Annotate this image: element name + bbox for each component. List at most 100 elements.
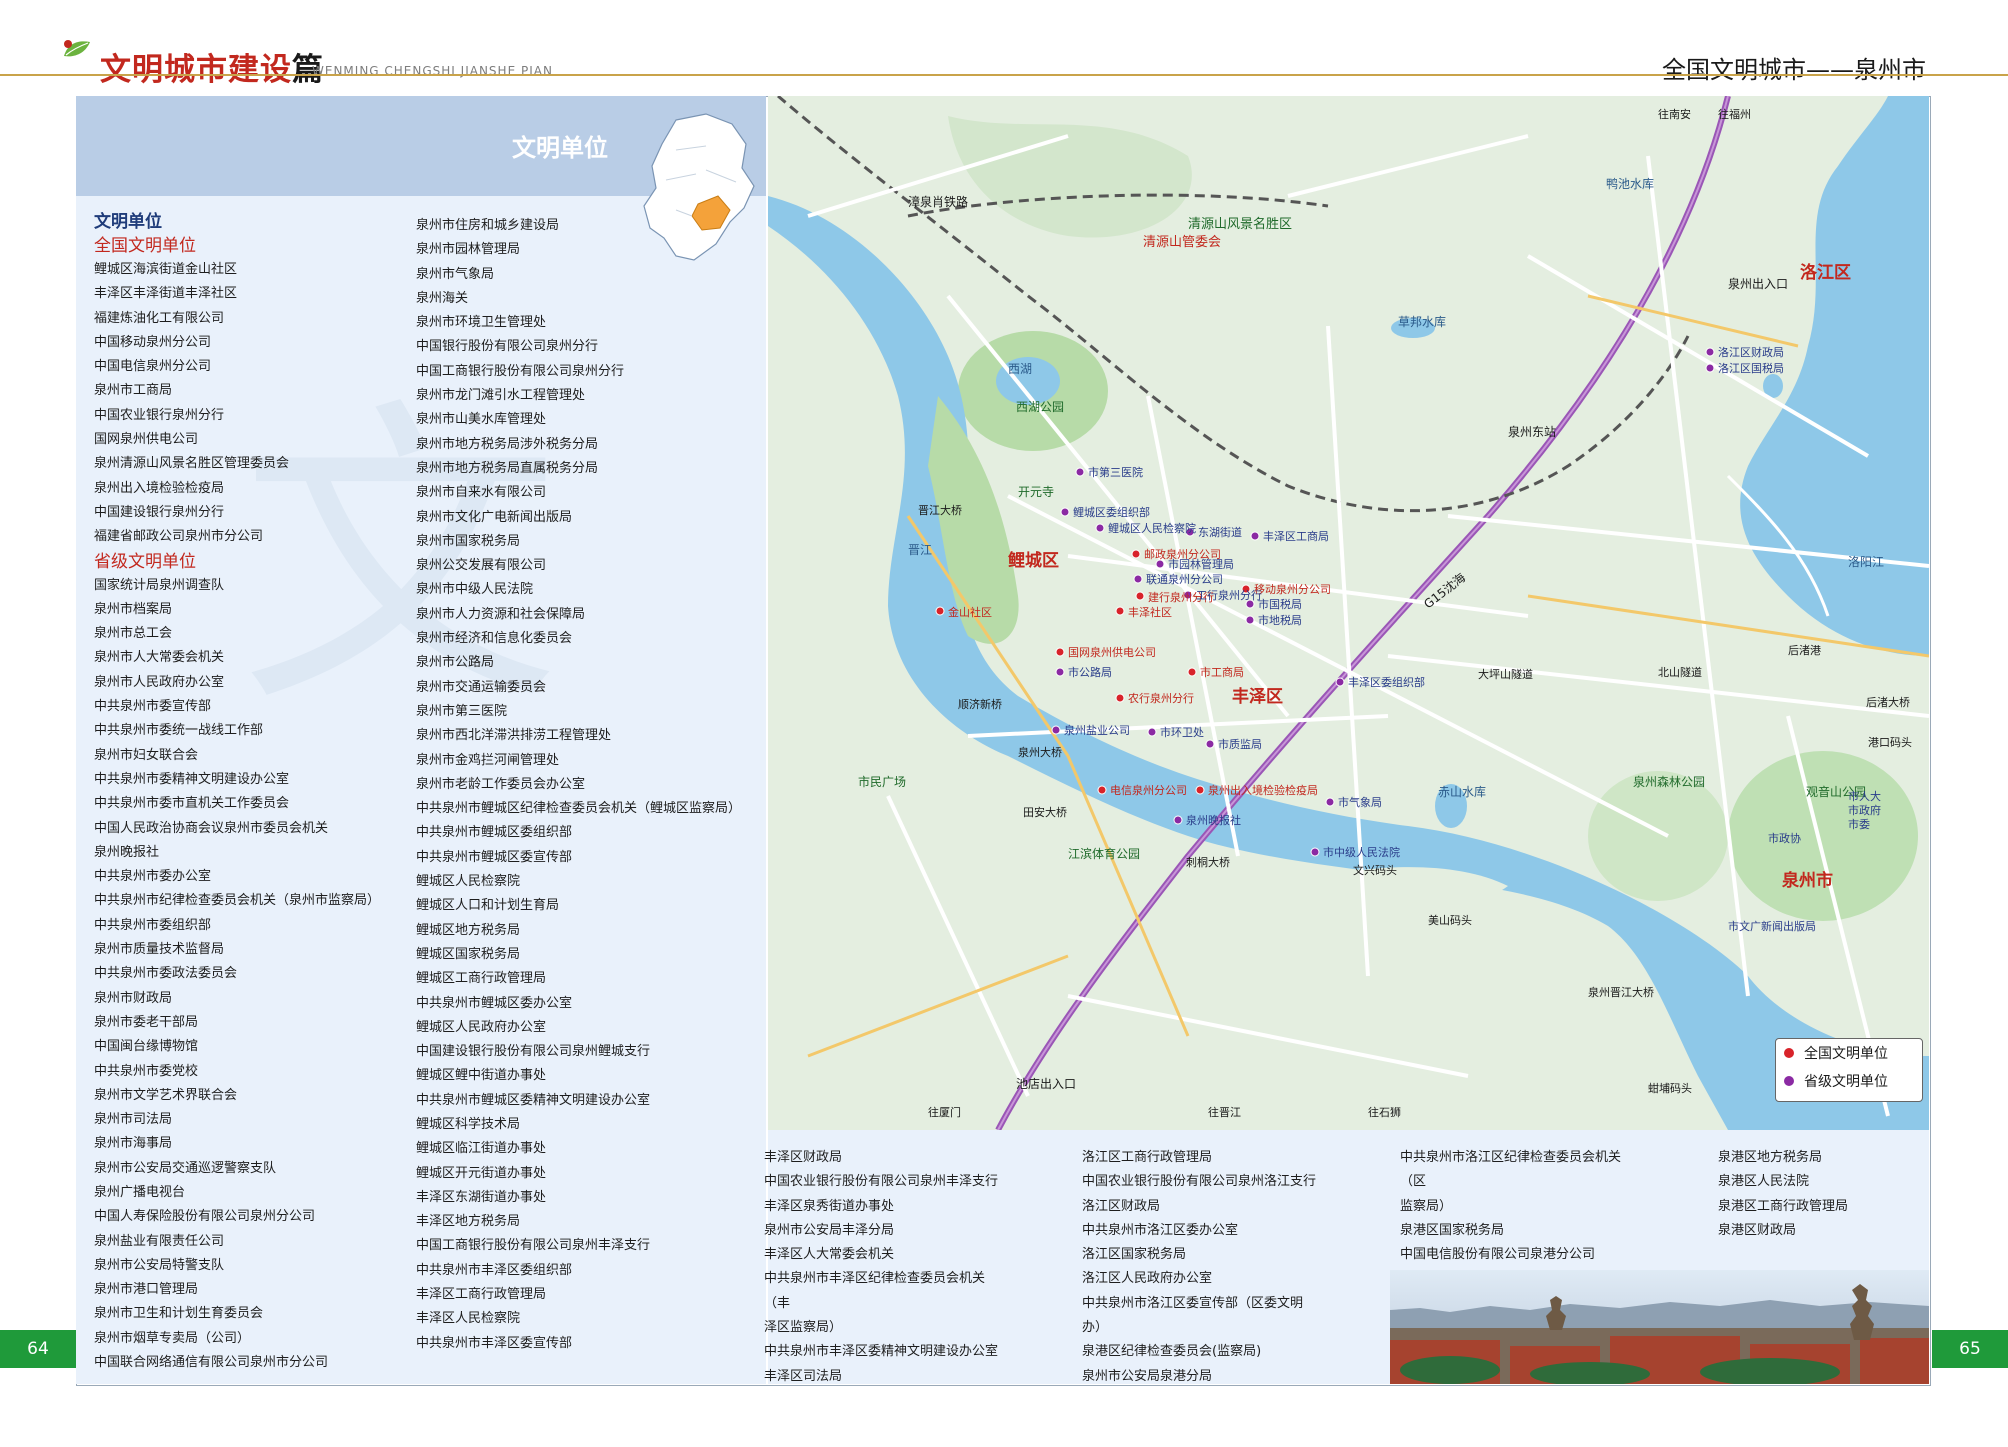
list-item: 福建炼油化工有限公司 (94, 310, 225, 326)
list-item: 中共泉州市纪律检查委员会机关（泉州市监察局） (94, 893, 381, 909)
map-unit-mobile: 移动泉州分公司 (1254, 582, 1331, 596)
map-unit-fengze-aic: 丰泽区工商局 (1263, 529, 1329, 543)
map-label-chidian-exit: 池店出入口 (1016, 1077, 1076, 1091)
list-item: 鲤城区人民政府办公室 (416, 1019, 547, 1035)
list-item: 中共泉州市委市直机关工作委员会 (94, 796, 290, 812)
map-unit-municipal-cluster: 市人大 (1848, 789, 1881, 803)
page-number-left: 64 (0, 1330, 76, 1368)
list-item: 泉州市公路局 (416, 655, 495, 671)
list-item: 泉州广播电视台 (94, 1184, 186, 1200)
list-item: 中国建设银行泉州分行 (94, 504, 225, 520)
list-item: 丰泽区人民检察院 (416, 1311, 521, 1327)
list-item: 国家统计局泉州调查队 (94, 577, 225, 593)
bottom-list-column-3: 丰泽区财政局 中国农业银行股份有限公司泉州丰泽支行 丰泽区泉秀街道办事处 泉州市公安局… (764, 1146, 1004, 1389)
list-item: 泉州市司法局 (94, 1112, 173, 1128)
list-item: 鲤城区人民检察院 (416, 874, 521, 890)
map-unit-unicom: 联通泉州分公司 (1146, 572, 1223, 586)
legend-national-label: 全国文明单位 (1804, 1046, 1888, 1062)
list-item: 泉州晚报社 (94, 844, 160, 860)
list-item: 鲤城区临江街道办事处 (416, 1141, 547, 1157)
page-topic: 全国文明城市——泉州市 (1662, 56, 1926, 84)
list-item: 泉州市工商局 (94, 383, 173, 399)
map-unit-municipal-cluster-3: 市委 (1848, 817, 1870, 831)
map-unit-culture-bureau: 市文广新闻出版局 (1728, 919, 1816, 933)
provincial-unit-marker-icon (1155, 559, 1165, 569)
national-unit-marker-icon (1097, 785, 1107, 795)
map-district-licheng: 鲤城区 (1007, 550, 1059, 571)
map-unit-quality: 市质监局 (1218, 737, 1262, 751)
map-unit-local-tax: 市地税局 (1258, 613, 1302, 627)
map-unit-jinshan-community: 金山社区 (948, 605, 992, 619)
provincial-unit-marker-icon (1705, 363, 1715, 373)
list-item: 中共泉州市委党校 (94, 1063, 199, 1079)
list-item: 国网泉州供电公司 (94, 432, 199, 448)
list-item: 泉州市公安局丰泽分局 (764, 1222, 895, 1238)
provincial-unit-marker-icon (1095, 523, 1105, 533)
list-item: 泉州市住房和城乡建设局 (416, 218, 560, 233)
list-item: 中共泉州市委组织部 (94, 917, 212, 933)
list-item: 鲤城区地方税务局 (416, 922, 521, 938)
map-unit-fengze-community: 丰泽社区 (1128, 605, 1172, 619)
provincial-heading: 省级文明单位 (94, 551, 196, 572)
list-item: 丰泽区东湖街道办事处 (416, 1189, 547, 1205)
list-item: 中共泉州市丰泽区纪律检查委员会机关（丰 (764, 1271, 986, 1311)
provincial-unit-marker-icon (1173, 815, 1183, 825)
list-item: 中国闽台缘博物馆 (94, 1039, 199, 1055)
list-item: 泉州市公安局特警支队 (94, 1257, 225, 1273)
list-item: 泉州市国家税务局 (416, 533, 521, 549)
list-item: 福建省邮政公司泉州市分公司 (94, 529, 264, 545)
list-item: 泉州市妇女联合会 (94, 747, 199, 763)
list-item: 泉州市自来水有限公司 (416, 485, 547, 501)
list-item: 鲤城区工商行政管理局 (416, 971, 547, 987)
list-item: 泉州市委老干部局 (94, 1014, 199, 1030)
map-unit-municipal-cluster-4: 市政协 (1768, 831, 1801, 845)
national-marker-icon (1784, 1048, 1794, 1058)
map-label-jinjiang-bridge: 晋江大桥 (918, 503, 962, 517)
bottom-list-column-6: 泉港区地方税务局 泉港区人民法院 泉港区工商行政管理局 泉港区财政局 (1718, 1146, 1918, 1243)
map-label-east-station: 泉州东站 (1508, 425, 1556, 439)
city-map[interactable]: 西湖 西湖公园 清源山风景名胜区 清源山管委会 草邦水库 鸭池水库 赤山水库 鲤… (768, 96, 1929, 1130)
list-item: 丰泽区财政局 (764, 1150, 843, 1165)
national-unit-marker-icon (1135, 591, 1145, 601)
map-label-port: 港口码头 (1868, 736, 1912, 749)
list-item: 泉州市海事局 (94, 1136, 173, 1152)
page-number-right: 65 (1932, 1330, 2008, 1368)
list-item: 泉州市总工会 (94, 626, 173, 642)
map-unit-state-tax: 市国税局 (1258, 597, 1302, 611)
map-label-kaiyuan: 开元寺 (1018, 485, 1054, 499)
map-label-tianan-bridge: 田安大桥 (1023, 805, 1067, 819)
map-label-daping-tunnel: 大坪山隧道 (1478, 667, 1533, 681)
list-item: 洛江区工商行政管理局 (1082, 1150, 1213, 1165)
national-unit-marker-icon (1115, 606, 1125, 616)
map-unit-donghu: 东湖街道 (1198, 525, 1242, 539)
list-item: 泉州市气象局 (416, 266, 495, 282)
list-item: 泉州出入境检验检疫局 (94, 480, 225, 496)
map-unit-weather: 市气象局 (1338, 795, 1382, 809)
map-label-citong-bridge: 刺桐大桥 (1186, 855, 1230, 869)
map-unit-licheng-procuratorate: 鲤城区人民检察院 (1108, 521, 1196, 535)
map-label-beishan-tunnel: 北山隧道 (1658, 665, 1702, 679)
map-unit-salt: 泉州盐业公司 (1064, 723, 1130, 737)
list-item: 丰泽区司法局 (764, 1368, 843, 1384)
map-label-jiangbin-sports: 江滨体育公园 (1068, 846, 1140, 861)
list-item: 中国人民政治协商会议泉州市委员会机关 (94, 820, 329, 836)
provincial-unit-marker-icon (1055, 667, 1065, 677)
map-label-railway: 漳泉肖铁路 (908, 194, 968, 209)
list-item: 中国农业银行股份有限公司泉州洛江支行 (1082, 1174, 1317, 1190)
list-item: 泉港区财政局 (1718, 1222, 1797, 1238)
list-item: 泉州市中级人民法院 (416, 582, 534, 598)
national-heading: 全国文明单位 (94, 236, 196, 256)
list-item: 泉州市西北洋滞洪排涝工程管理处 (416, 728, 612, 744)
list-item: 中共泉州市鲤城区委组织部 (416, 825, 573, 841)
map-label-luoyang-river: 洛阳江 (1848, 554, 1884, 569)
section-title: 文明城市建设篇 (100, 44, 324, 89)
list-item: 中共泉州市委政法委员会 (94, 966, 238, 982)
map-district-fengze: 丰泽区 (1232, 686, 1283, 707)
list-item: 泉州公交发展有限公司 (416, 558, 547, 574)
map-label-xihu-park: 西湖公园 (1016, 399, 1064, 414)
list-item: 中国工商银行股份有限公司泉州丰泽支行 (416, 1238, 651, 1254)
list-item: 中共泉州市鲤城区纪律检查委员会机关（鲤城区监察局） (416, 801, 742, 817)
list-item: 洛江区财政局 (1082, 1198, 1161, 1214)
list-item: 中国建设银行股份有限公司泉州鲤城支行 (416, 1044, 651, 1060)
national-unit-marker-icon (1115, 693, 1125, 703)
